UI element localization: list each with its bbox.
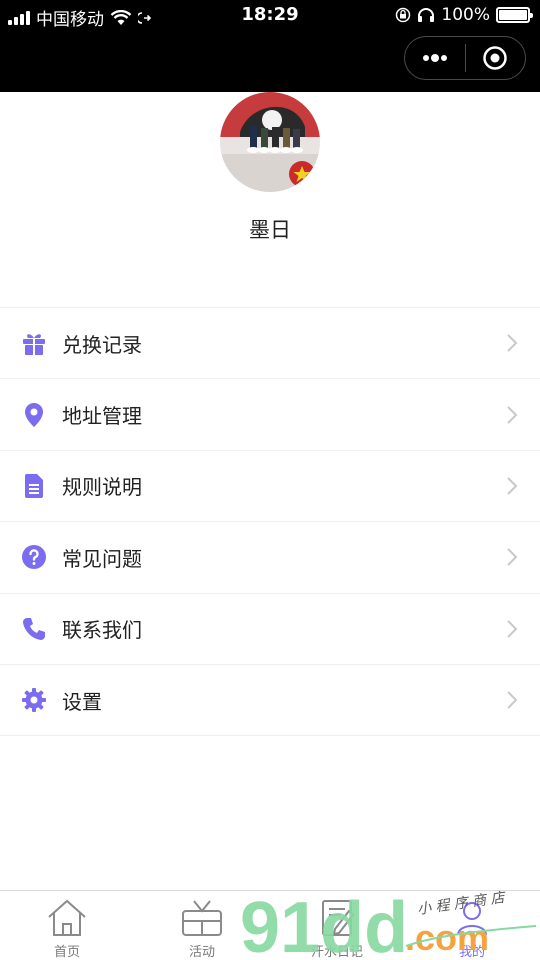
chevron-right-icon — [507, 334, 518, 352]
diary-icon — [322, 900, 355, 936]
target-close-icon — [483, 46, 507, 70]
menu-list: 兑换记录 地址管理 规则说明 常见问题 联系我们 设置 — [0, 308, 540, 737]
tab-label: 首页 — [53, 945, 80, 960]
menu-item-faq[interactable]: 常见问题 — [0, 522, 540, 594]
question-circle-icon — [22, 545, 46, 570]
chevron-right-icon — [507, 405, 518, 424]
mini-program-capsule — [404, 36, 526, 80]
close-mini-program-button[interactable] — [466, 37, 526, 79]
menu-item-redeem-history[interactable]: 兑换记录 — [0, 308, 540, 380]
gift-icon — [23, 334, 45, 356]
tab-label: 汗水日记 — [310, 945, 363, 960]
status-bar: 中国移动 18:29 100% — [0, 0, 540, 30]
tab-label: 活动 — [188, 945, 215, 960]
profile-icon — [457, 902, 487, 936]
menu-label: 常见问题 — [62, 546, 142, 571]
tab-label: 我的 — [458, 945, 485, 960]
battery-icon — [496, 7, 533, 23]
tv-icon — [182, 900, 222, 936]
chevron-right-icon — [507, 691, 518, 709]
avatar[interactable] — [220, 92, 320, 192]
menu-item-contact[interactable]: 联系我们 — [0, 594, 540, 665]
chevron-right-icon — [507, 477, 518, 495]
gear-icon — [22, 688, 46, 713]
tab-bar: 首页 活动 汗水日记 我的 — [0, 890, 540, 960]
menu-item-rules[interactable]: 规则说明 — [0, 451, 540, 523]
top-bar: 中国移动 18:29 100% — [0, 0, 540, 92]
document-icon — [25, 473, 43, 498]
tab-diary[interactable]: 汗水日记 — [277, 891, 397, 960]
location-pin-icon — [25, 402, 43, 427]
chevron-right-icon — [507, 620, 518, 638]
menu-label: 联系我们 — [62, 618, 142, 643]
more-dots-icon — [422, 54, 447, 62]
phone-icon — [23, 617, 45, 640]
menu-label: 兑换记录 — [62, 332, 142, 357]
chevron-right-icon — [507, 548, 518, 567]
more-button[interactable] — [405, 37, 465, 79]
menu-label: 规则说明 — [62, 475, 142, 500]
headphones-icon — [418, 8, 435, 22]
home-icon — [48, 899, 86, 936]
menu-item-address[interactable]: 地址管理 — [0, 379, 540, 451]
menu-label: 设置 — [62, 689, 102, 714]
profile-header: 墨日 — [0, 92, 540, 306]
rotation-lock-icon — [396, 7, 411, 23]
menu-label: 地址管理 — [62, 404, 142, 429]
menu-item-settings[interactable]: 设置 — [0, 665, 540, 737]
tab-home[interactable]: 首页 — [7, 891, 127, 960]
tab-activity[interactable]: 活动 — [142, 891, 262, 960]
battery-percent: 100% — [441, 5, 490, 25]
tab-mine[interactable]: 我的 — [412, 891, 532, 960]
username: 墨日 — [249, 218, 291, 242]
